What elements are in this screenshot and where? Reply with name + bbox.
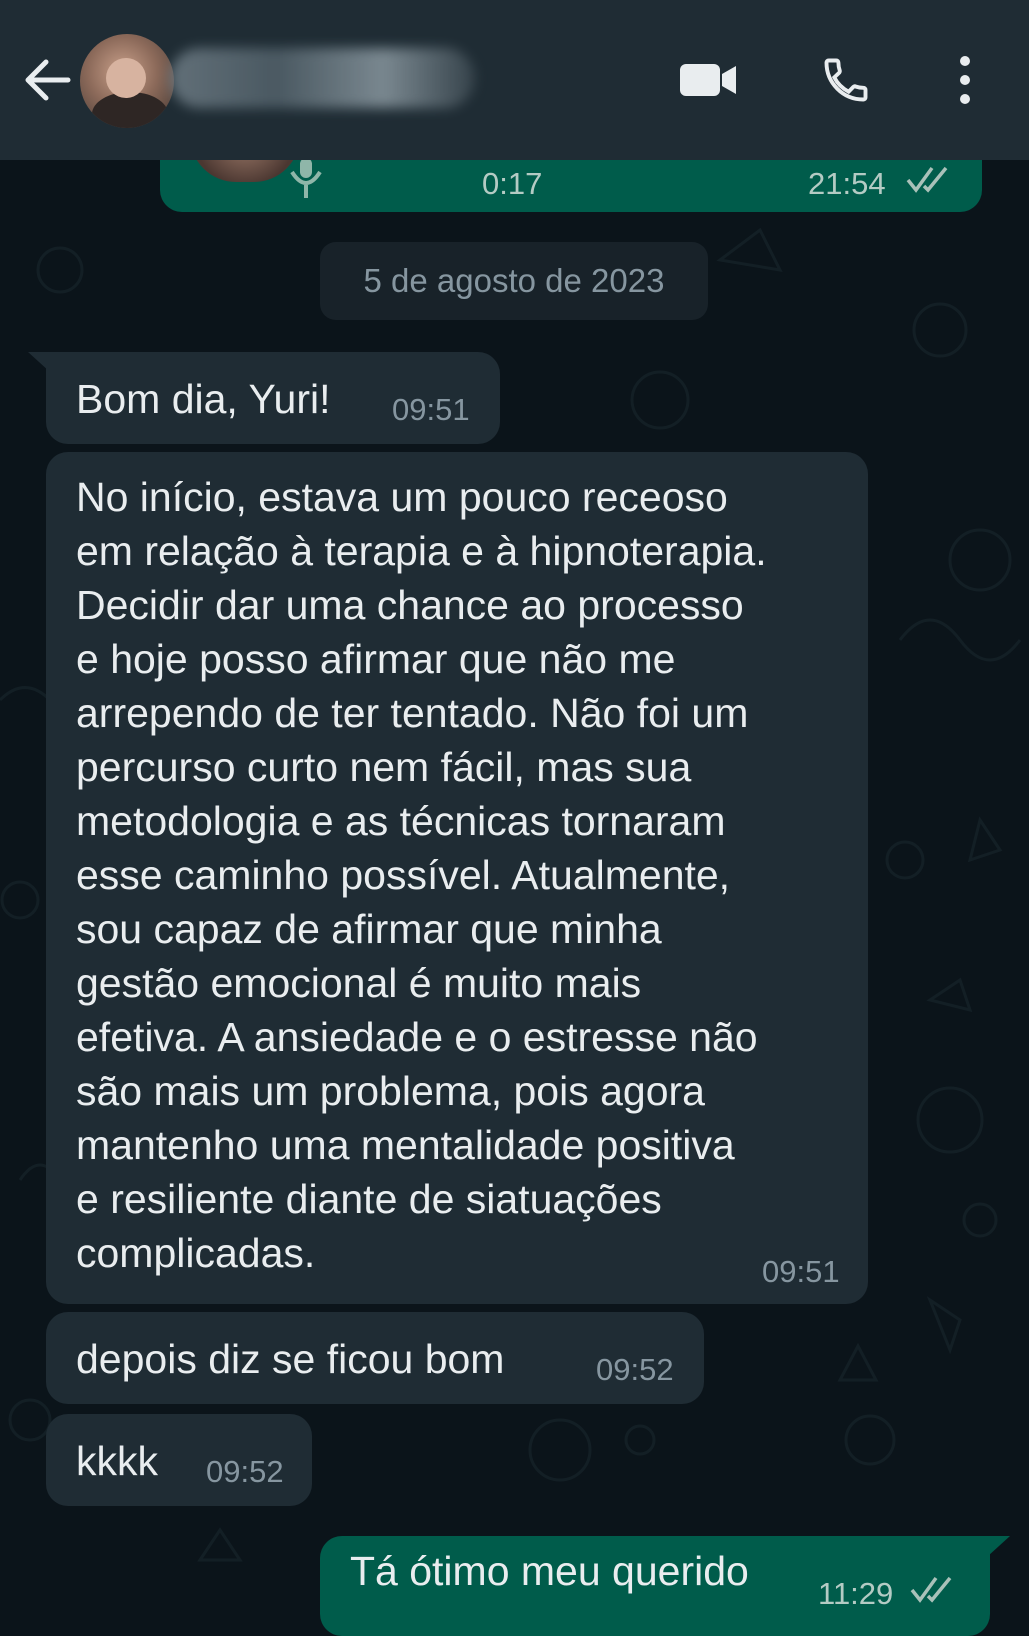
message-time: 09:52	[206, 1454, 284, 1489]
bubble-tail	[28, 352, 50, 372]
voice-call-icon[interactable]	[816, 50, 876, 110]
outgoing-message[interactable]: Tá ótimo meu querido 11:29	[320, 1536, 1010, 1636]
back-arrow-icon[interactable]	[22, 54, 74, 106]
double-check-icon	[910, 1574, 958, 1609]
message-time: 11:29	[818, 1576, 894, 1611]
contact-name[interactable]	[170, 48, 475, 108]
bubble-tail	[988, 1536, 1010, 1556]
message-text: depois diz se ficou bom	[76, 1336, 505, 1382]
incoming-message[interactable]: depois diz se ficou bom 09:52	[46, 1312, 704, 1404]
contact-avatar[interactable]	[80, 34, 174, 128]
chat-header	[0, 0, 1029, 160]
microphone-icon	[288, 158, 324, 207]
message-text: kkkk	[76, 1438, 158, 1484]
message-time: 09:51	[392, 392, 470, 427]
more-options-icon[interactable]	[950, 50, 980, 110]
double-check-icon	[906, 164, 954, 199]
date-separator: 5 de agosto de 2023	[320, 242, 708, 320]
message-time: 09:51	[762, 1254, 840, 1289]
message-text: Tá ótimo meu querido	[350, 1548, 749, 1594]
message-time: 21:54	[808, 166, 886, 201]
incoming-message[interactable]: Bom dia, Yuri! 09:51	[28, 352, 500, 444]
audio-duration: 0:17	[482, 166, 543, 201]
video-call-icon[interactable]	[676, 50, 740, 110]
message-text: No início, estava um pouco receoso em re…	[76, 474, 767, 1276]
incoming-message[interactable]: No início, estava um pouco receoso em re…	[46, 452, 868, 1304]
message-time: 09:52	[596, 1352, 674, 1387]
incoming-message[interactable]: kkkk 09:52	[46, 1414, 312, 1506]
message-text: Bom dia, Yuri!	[76, 376, 331, 422]
